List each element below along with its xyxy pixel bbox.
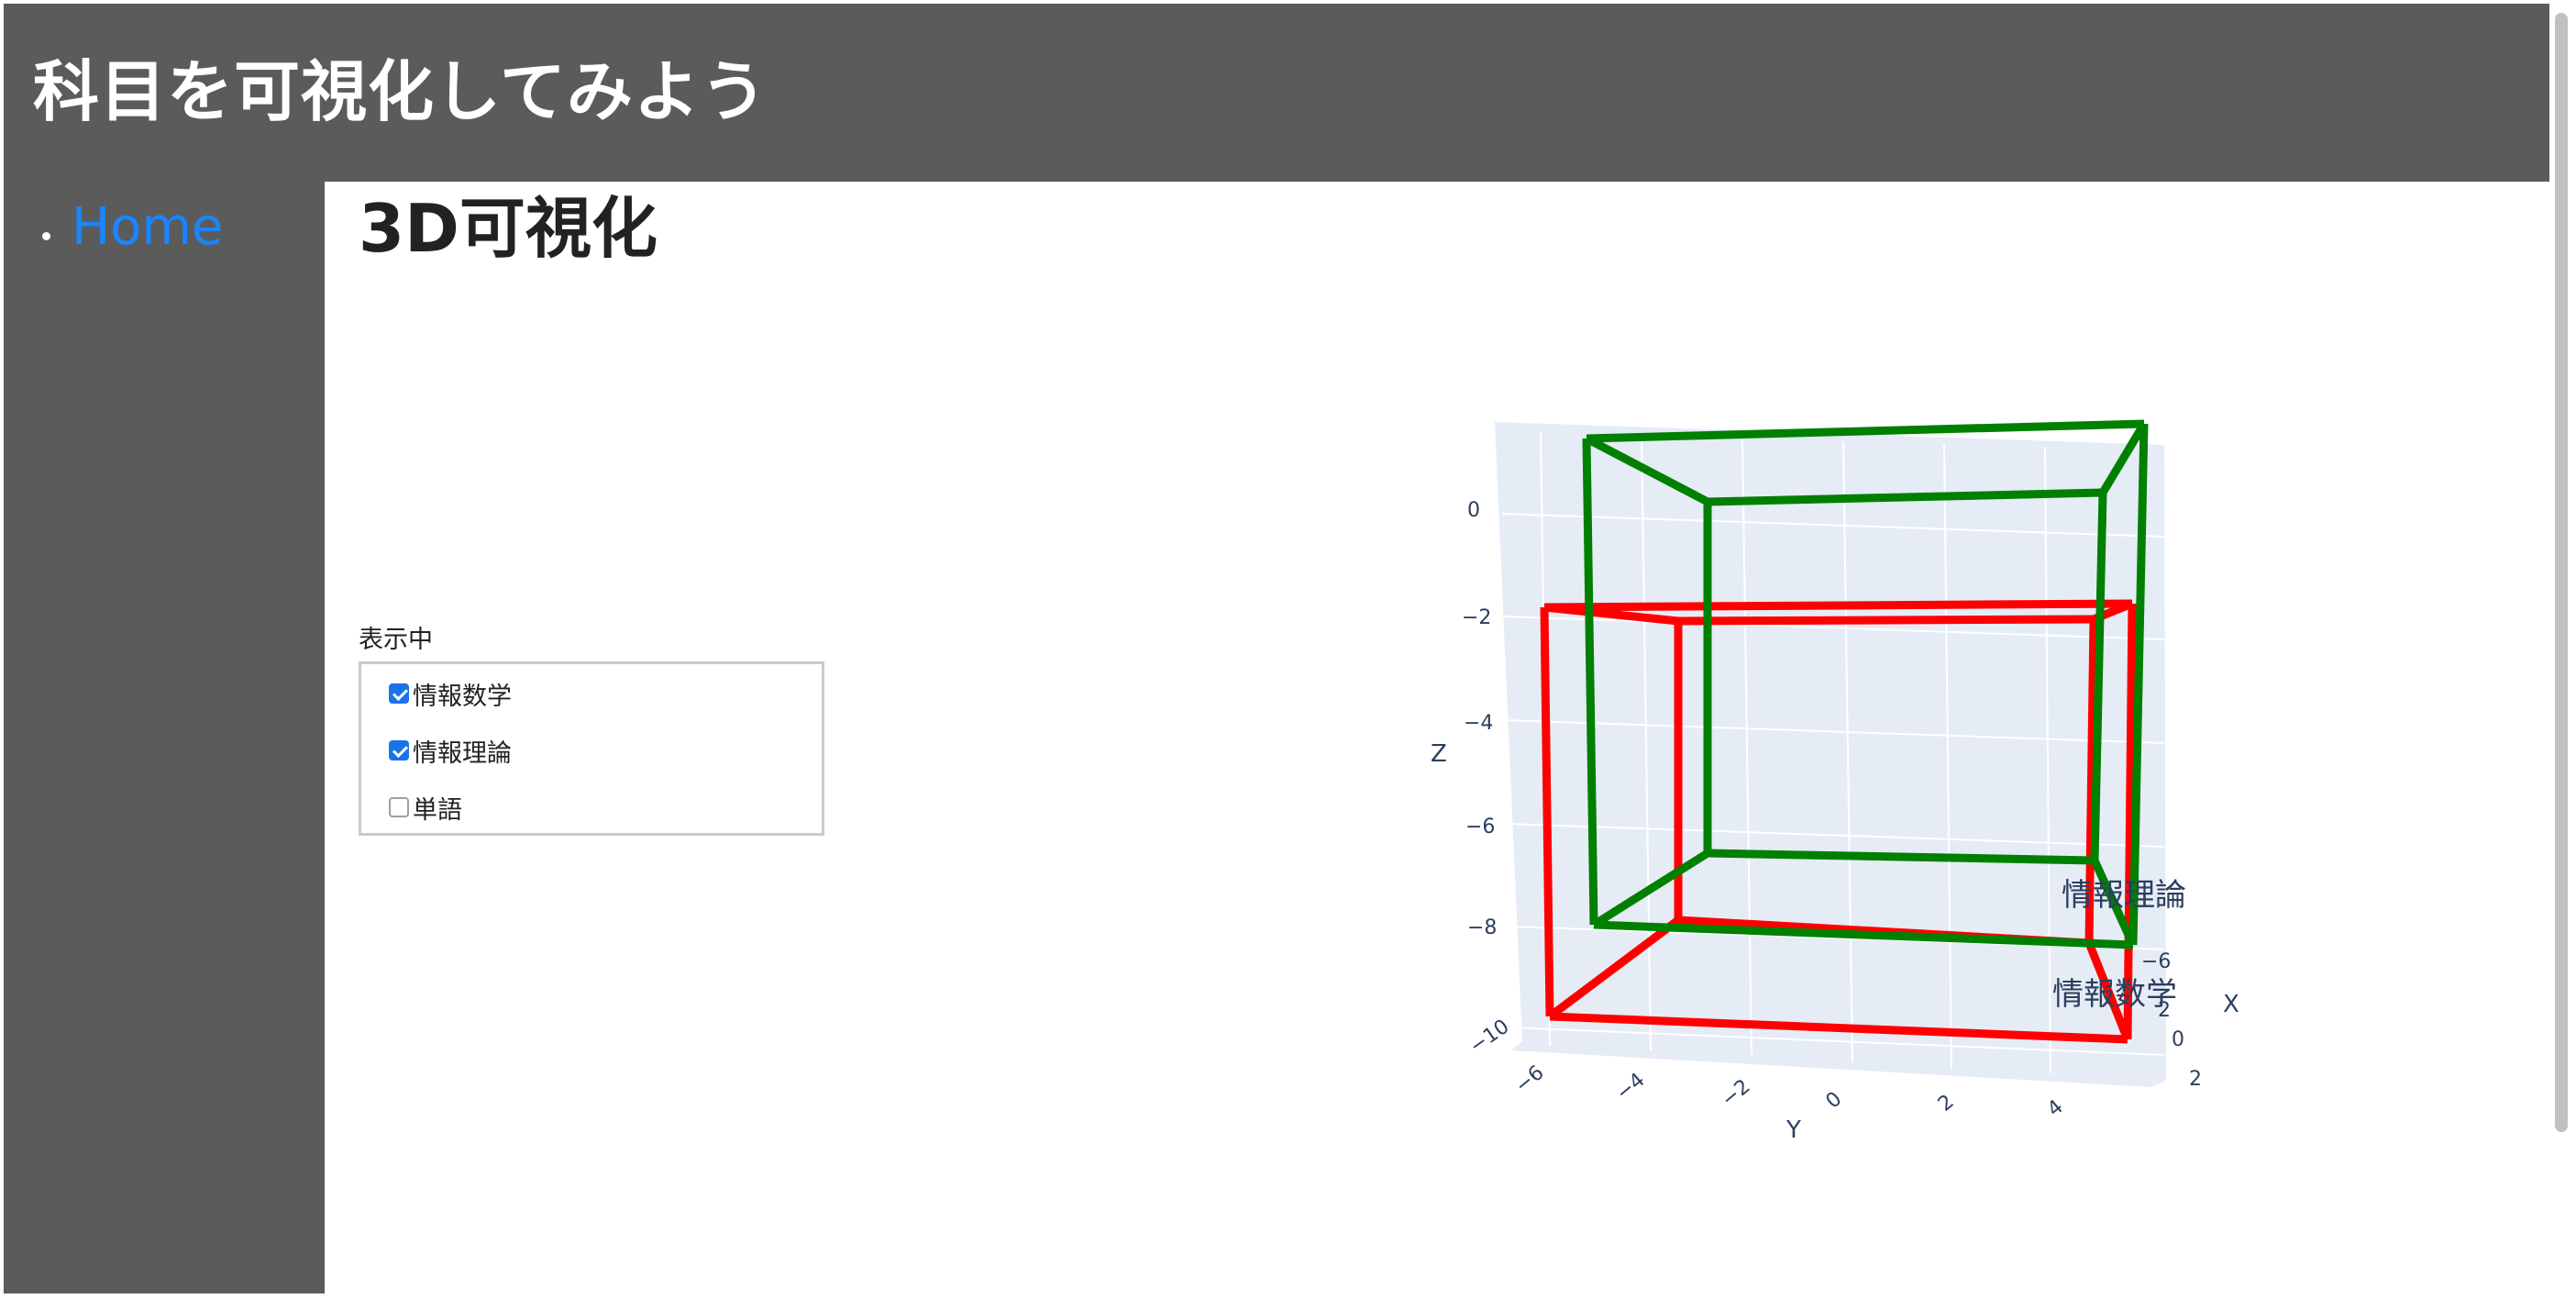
y-tick: 0 xyxy=(1822,1088,1847,1114)
y-tick: −2 xyxy=(1718,1075,1755,1112)
subject-checklist: 情報数学 情報理論 単語 xyxy=(359,661,824,836)
option-label: 情報数学 xyxy=(413,682,512,711)
x-tick: 0 xyxy=(2172,1028,2184,1051)
scrollbar-thumb[interactable] xyxy=(2555,13,2568,1132)
option-label: 情報理論 xyxy=(413,738,512,768)
z-tick: −8 xyxy=(1467,916,1497,939)
browser-viewport: 科目を可視化してみよう Home 3D可視化 表示中 情報数学 情報理論 単語 xyxy=(0,0,2576,1299)
sidebar-item-home[interactable]: Home xyxy=(72,194,223,261)
x-tick: 2 xyxy=(2189,1068,2202,1091)
option-joho-sugaku[interactable]: 情報数学 xyxy=(389,675,512,712)
z-tick: −2 xyxy=(1462,606,1491,629)
y-tick: −6 xyxy=(1511,1061,1549,1098)
checkbox-checked-icon[interactable] xyxy=(389,740,409,761)
sidebar xyxy=(4,182,325,1293)
plot-3d[interactable]: 情報理論 情報数学 0 −2 −4 −6 −8 −10 Z −6 −4 −2 0… xyxy=(1376,358,2293,1165)
y-axis-label: Y xyxy=(1786,1116,1801,1144)
z-axis-label: Z xyxy=(1431,740,1447,768)
nav-bullet-icon xyxy=(42,232,50,240)
app-title: 科目を可視化してみよう xyxy=(33,53,768,130)
option-joho-riron[interactable]: 情報理論 xyxy=(389,732,512,769)
y-tick: 4 xyxy=(2043,1095,2068,1121)
page-title: 3D可視化 xyxy=(359,190,658,267)
y-tick: 2 xyxy=(1934,1091,1959,1116)
trace-label-joho-riron: 情報理論 xyxy=(2062,877,2186,914)
y-tick: −4 xyxy=(1612,1069,1650,1105)
z-tick: −10 xyxy=(1465,1016,1513,1059)
x-axis-label: X xyxy=(2223,991,2239,1018)
z-tick: −4 xyxy=(1464,712,1493,735)
checkbox-unchecked-icon[interactable] xyxy=(389,797,409,817)
filter-label: 表示中 xyxy=(359,626,433,654)
z-tick: 0 xyxy=(1467,499,1480,522)
x-tick: −6 xyxy=(2141,950,2171,973)
option-label: 単語 xyxy=(413,795,462,825)
app-header: 科目を可視化してみよう xyxy=(4,4,2549,182)
x-tick: 2 xyxy=(2158,999,2171,1022)
checkbox-checked-icon[interactable] xyxy=(389,683,409,704)
z-tick: −6 xyxy=(1465,816,1495,838)
option-tango[interactable]: 単語 xyxy=(389,789,462,826)
